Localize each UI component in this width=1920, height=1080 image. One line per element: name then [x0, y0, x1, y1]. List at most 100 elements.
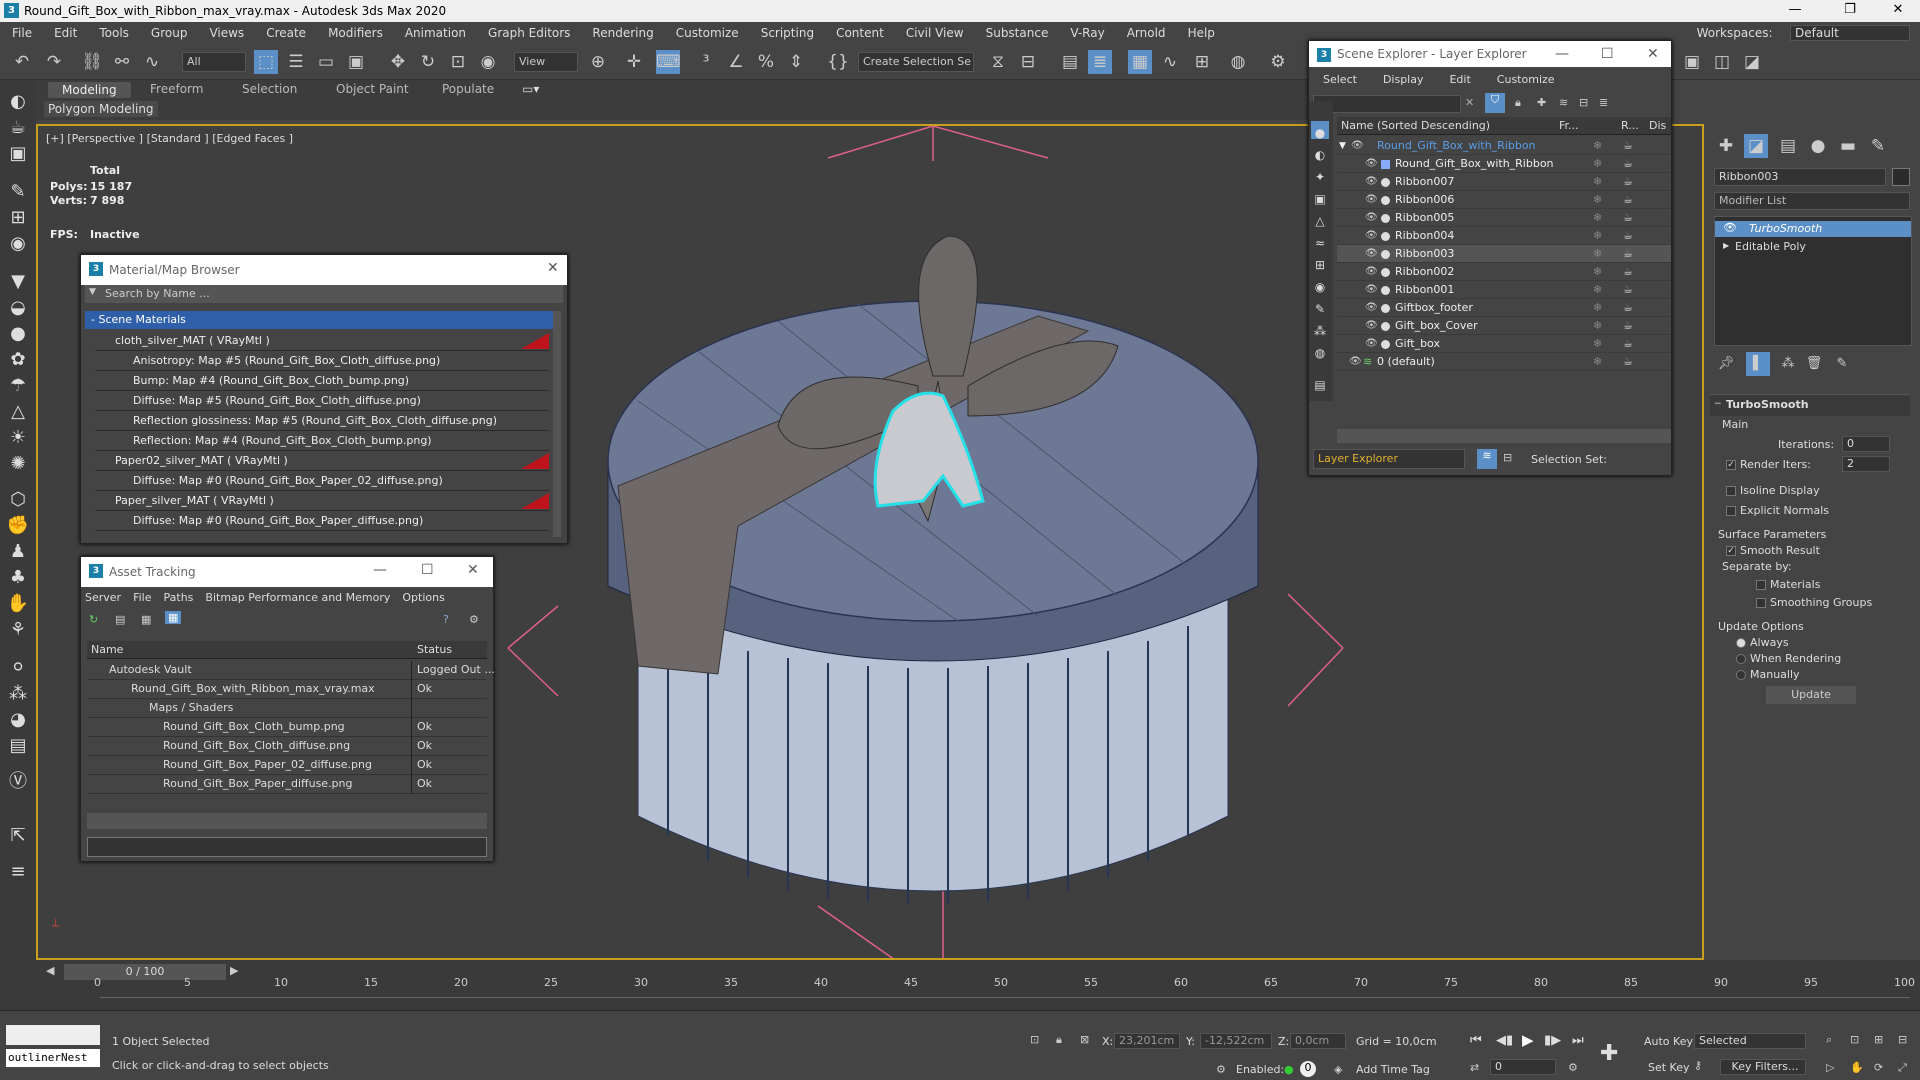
freeze-icon[interactable]: ❄: [1593, 209, 1602, 227]
enabled-indicator-icon[interactable]: ●: [1284, 1063, 1294, 1076]
render-icon[interactable]: ◫: [1710, 50, 1734, 74]
keyboard-shortcut-icon[interactable]: ⌨: [656, 50, 681, 74]
create-tab-icon[interactable]: ✚: [1714, 134, 1738, 158]
maxscript-input[interactable]: outlinerNest: [6, 1049, 100, 1067]
workspace-selector[interactable]: Workspaces: Default: [1685, 25, 1910, 41]
when-rendering-radio-row[interactable]: When Rendering: [1736, 652, 1841, 665]
x-coordinate-field[interactable]: 23,201cm: [1114, 1033, 1180, 1049]
selection-filter-dropdown[interactable]: All: [182, 52, 246, 72]
list-item[interactable]: 👁︎ Ribbon001 ❄ ☕: [1337, 281, 1671, 299]
scene-horizontal-scrollbar[interactable]: [1337, 429, 1671, 443]
col-renderable[interactable]: R...: [1621, 119, 1639, 132]
hierarchy-tab-icon[interactable]: ▤: [1776, 134, 1800, 158]
eye-icon[interactable]: 👁︎: [1365, 245, 1378, 263]
display-cameras-icon[interactable]: ▣: [1311, 187, 1329, 206]
asset-tracking-titlebar[interactable]: 3 Asset Tracking — ☐ ✕: [81, 557, 493, 587]
settings-icon[interactable]: ⚙: [469, 613, 479, 626]
key-icon[interactable]: ⚷: [1694, 1059, 1702, 1072]
orbit-icon[interactable]: ⟳: [1874, 1061, 1883, 1074]
collapse-icon[interactable]: −: [1714, 399, 1722, 409]
horizontal-scrollbar[interactable]: [87, 813, 487, 829]
menu-animation[interactable]: Animation: [393, 26, 476, 40]
prev-frame-icon[interactable]: ◀: [46, 964, 54, 977]
always-radio[interactable]: [1736, 638, 1746, 648]
menu-edit[interactable]: Edit: [42, 26, 87, 40]
display-xrefs-icon[interactable]: ◉: [1311, 275, 1329, 294]
material-editor-icon[interactable]: ◍: [1226, 50, 1250, 74]
layers-icon[interactable]: ▤: [6, 734, 30, 758]
refresh-icon[interactable]: ↻: [89, 613, 98, 626]
current-frame-field[interactable]: 0: [1490, 1059, 1556, 1075]
angle-snap-icon[interactable]: ∠: [724, 50, 748, 74]
align-icon[interactable]: ⊟: [1016, 50, 1040, 74]
eye-icon[interactable]: 👁︎: [1365, 227, 1378, 245]
col-status[interactable]: Status: [417, 643, 452, 656]
explicit-normals-row[interactable]: Explicit Normals: [1726, 504, 1829, 517]
time-config-settings-icon[interactable]: ⚙: [1568, 1061, 1578, 1074]
maximize-icon[interactable]: ☐: [421, 562, 434, 578]
grab-icon[interactable]: ✊: [6, 514, 30, 538]
eye-icon[interactable]: 👁︎: [1351, 137, 1364, 155]
restore-button[interactable]: ❐: [1830, 2, 1870, 17]
maximize-icon[interactable]: ☐: [1601, 46, 1614, 62]
object-color-swatch[interactable]: [1892, 168, 1910, 186]
teapot-icon[interactable]: ☕: [1623, 335, 1633, 353]
freeze-icon[interactable]: ❄: [1593, 191, 1602, 209]
maxscript-listener-box[interactable]: [6, 1025, 100, 1045]
teapot-icon[interactable]: ☕: [1623, 173, 1633, 191]
when-rendering-radio[interactable]: [1736, 654, 1746, 664]
scene-menu-edit[interactable]: Edit: [1449, 73, 1470, 86]
turbosmooth-rollout-header[interactable]: − TurboSmooth: [1710, 394, 1910, 416]
toggle-layer-explorer-icon[interactable]: ≣: [1088, 50, 1112, 74]
next-key-icon[interactable]: ▮▶: [1544, 1033, 1561, 1048]
chevron-down-icon[interactable]: ▼: [89, 287, 96, 297]
remove-modifier-icon[interactable]: 🗑︎: [1802, 352, 1826, 376]
bind-spacewarp-icon[interactable]: ∿: [140, 50, 164, 74]
asset-menu-options[interactable]: Options: [402, 591, 444, 604]
ribbon-options-icon[interactable]: ▭▾: [522, 82, 539, 96]
ribbon-polygon-modeling[interactable]: Polygon Modeling: [44, 101, 158, 117]
freeze-icon[interactable]: ❄: [1593, 137, 1602, 155]
adaptive-degradation-icon[interactable]: ⚙: [1216, 1063, 1226, 1076]
fov-icon[interactable]: ▷: [1826, 1061, 1834, 1074]
col-name[interactable]: Name: [91, 643, 123, 656]
eye-icon[interactable]: 👁︎: [1365, 317, 1378, 335]
list-view-icon[interactable]: ▤: [115, 613, 125, 626]
box-icon[interactable]: ⬡: [6, 488, 30, 512]
object-name-field[interactable]: Ribbon003: [1714, 168, 1886, 186]
isoline-row[interactable]: Isoline Display: [1726, 484, 1820, 497]
render-iters-spinner[interactable]: 2: [1842, 456, 1890, 472]
list-item[interactable]: 👁︎ Ribbon006 ❄ ☕: [1337, 191, 1671, 209]
list-item[interactable]: 👁︎ Ribbon005 ❄ ☕: [1337, 209, 1671, 227]
select-by-name-icon[interactable]: ☰: [284, 50, 308, 74]
next-frame-icon[interactable]: ▶: [230, 964, 238, 977]
display-shapes-icon[interactable]: ◐: [1311, 143, 1329, 162]
set-key-icon[interactable]: ✚: [1600, 1041, 1618, 1066]
goto-start-icon[interactable]: ⏮: [1470, 1033, 1482, 1048]
freeze-icon[interactable]: ❄: [1593, 263, 1602, 281]
map-row[interactable]: Diffuse: Map #0 (Round_Gift_Box_Paper_02…: [95, 471, 549, 491]
display-geometry-icon[interactable]: ●: [1311, 121, 1329, 140]
redo-icon[interactable]: ↷: [42, 50, 66, 74]
teapot-icon[interactable]: ☕: [1623, 281, 1633, 299]
add-layer-icon[interactable]: ✚: [1537, 96, 1546, 109]
map-row[interactable]: Anisotropy: Map #5 (Round_Gift_Box_Cloth…: [95, 351, 549, 371]
close-icon[interactable]: ✕: [467, 562, 479, 578]
figure-icon[interactable]: ♟: [6, 540, 30, 564]
show-end-result-icon[interactable]: ▌: [1746, 352, 1770, 376]
clear-search-icon[interactable]: ✕: [1465, 96, 1474, 109]
minimize-icon[interactable]: —: [1555, 46, 1569, 62]
pan-icon[interactable]: ✋: [1850, 1061, 1864, 1074]
freeze-icon[interactable]: ❄: [1593, 227, 1602, 245]
render-production-icon[interactable]: ◪: [1740, 50, 1764, 74]
teapot-icon[interactable]: ☕: [1623, 299, 1633, 317]
prev-key-icon[interactable]: ◀▮: [1496, 1033, 1513, 1048]
select-manipulate-icon[interactable]: ✛: [622, 50, 646, 74]
menu-vray[interactable]: V-Ray: [1058, 26, 1114, 40]
list-item[interactable]: 👁︎ Round_Gift_Box_with_Ribbon ❄ ☕: [1337, 155, 1671, 173]
selection-lock-icon[interactable]: 🔒︎: [1056, 1033, 1062, 1047]
lamp-icon[interactable]: ◒: [6, 296, 30, 320]
teapot-icon[interactable]: ☕: [1623, 209, 1633, 227]
menu-tools[interactable]: Tools: [87, 26, 139, 40]
window-crossing-icon[interactable]: ▣: [344, 50, 368, 74]
